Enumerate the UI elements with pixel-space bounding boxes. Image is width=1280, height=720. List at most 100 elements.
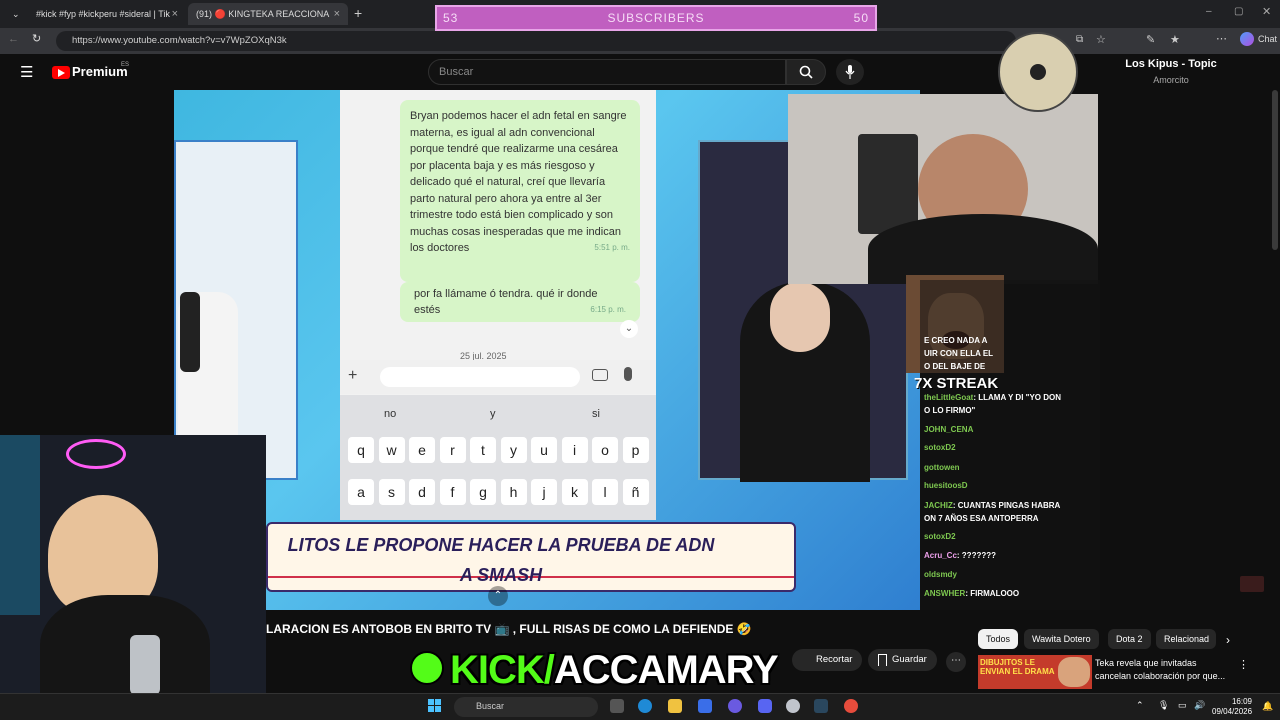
page-scrollbar[interactable] <box>1272 90 1278 250</box>
chat-text: ??????? <box>961 551 997 560</box>
edge-icon[interactable] <box>638 699 652 713</box>
notification-bell-icon[interactable]: 🔔 <box>1262 701 1273 712</box>
chat-text: FIRMALOOO <box>970 589 1020 598</box>
tab-label: #kick #fyp #kickperu #sideral | Tik <box>36 9 170 19</box>
suggestion: si <box>592 408 600 420</box>
tab-label: (91) 🔴 KINGTEKA REACCIONA <box>196 8 330 19</box>
chat-button[interactable]: Chat <box>1258 34 1277 44</box>
close-window-icon[interactable]: ✕ <box>1262 5 1271 18</box>
clip-button[interactable]: Recortar <box>792 649 863 671</box>
task-view-icon[interactable] <box>610 699 624 713</box>
hamburger-menu-icon[interactable]: ☰ <box>20 63 33 81</box>
kebab-menu-icon[interactable]: ⋮ <box>1238 658 1249 671</box>
voice-search-button[interactable] <box>836 59 864 85</box>
url-field[interactable]: https://www.youtube.com/watch?v=v7WpZOXq… <box>56 31 1016 51</box>
store-icon[interactable] <box>698 699 712 713</box>
chat-username: huesitoosD <box>924 481 968 490</box>
chip-wawita-dotero[interactable]: Wawita Dotero <box>1024 629 1099 649</box>
chat-text: E CREO NADA A <box>924 336 988 345</box>
more-actions-icon[interactable]: ⋯ <box>946 652 966 672</box>
kick-prefix: KICK/ <box>450 648 555 692</box>
teams-icon[interactable] <box>728 699 742 713</box>
taskbar-clock[interactable]: 16:09 09/04/2026 <box>1212 697 1252 717</box>
keyboard-key: o <box>592 437 618 463</box>
taskbar-search[interactable]: Buscar <box>454 697 598 717</box>
keyboard-key: s <box>378 479 405 505</box>
extension-icon[interactable]: ⧉ <box>1076 34 1083 45</box>
chat-message: E CREO NADA A <box>924 336 1100 346</box>
youtube-logo-icon[interactable] <box>52 66 70 79</box>
chip-all[interactable]: Todos <box>978 629 1019 649</box>
search-input[interactable]: Buscar <box>428 59 786 85</box>
keyboard-key: e <box>409 437 435 463</box>
reload-icon[interactable]: ↻ <box>32 32 41 45</box>
chat-text: UIR CON ELLA EL <box>924 349 994 358</box>
tab-list-button[interactable]: ⌄ <box>4 3 24 25</box>
tab-tiktok[interactable]: #kick #fyp #kickperu #sideral | Tik × <box>28 3 186 25</box>
video-title: LARACION ES ANTOBOB EN BRITO TV 📺 , FULL… <box>266 622 752 636</box>
file-explorer-icon[interactable] <box>668 699 682 713</box>
microphone-icon <box>624 367 632 381</box>
youtube-premium-logo[interactable]: Premium <box>72 64 128 79</box>
suggestion: no <box>384 408 397 420</box>
recommended-thumbnail[interactable]: DIBUJITOS LE ENVIAN EL DRAMA <box>978 655 1092 689</box>
obs-icon[interactable] <box>844 699 858 713</box>
chip-dota2[interactable]: Dota 2 <box>1108 629 1151 649</box>
chat-message: Acru_Cc: ??????? <box>924 551 997 560</box>
volume-icon[interactable]: 🔊 <box>1194 700 1205 711</box>
channel-logo-icon <box>998 32 1078 112</box>
chevron-up-icon[interactable]: ⌃ <box>1136 700 1144 711</box>
microphone-tray-icon[interactable]: 🎙 <box>1158 700 1169 711</box>
scroll-down-icon: ⌄ <box>620 320 638 338</box>
keyboard-key: q <box>348 437 374 463</box>
chevron-up-icon[interactable]: ⌃ <box>488 586 508 606</box>
chat-username: Acru_Cc <box>924 551 957 560</box>
goal-label: SUBSCRIBERS <box>607 11 705 25</box>
message-time: 6:15 p. m. <box>590 305 626 314</box>
streak-label: 7X STREAK <box>914 375 999 392</box>
chat-username: theLittleGoat <box>924 393 974 402</box>
close-icon[interactable]: × <box>172 8 178 20</box>
chat-message: gottowen <box>924 463 1100 473</box>
keyboard-key: r <box>439 437 466 463</box>
back-icon[interactable]: ← <box>8 33 19 45</box>
chat-message: ANSWHER: FIRMALOOO <box>924 589 1020 598</box>
close-icon[interactable]: × <box>334 8 340 20</box>
chat-text: LLAMA Y DI "YO DON <box>978 393 1061 402</box>
copilot-icon[interactable] <box>1240 32 1254 46</box>
recommended-title[interactable]: Teka revela que invitadas cancelan colab… <box>1095 657 1235 683</box>
windows-start-icon[interactable] <box>428 699 442 713</box>
new-tab-button[interactable]: + <box>354 5 362 21</box>
minimize-icon[interactable]: – <box>1206 6 1212 17</box>
network-icon[interactable]: ▭ <box>1178 700 1187 711</box>
favorites-icon[interactable]: ★ <box>1170 33 1180 46</box>
bookmark-star-icon[interactable]: ☆ <box>1096 33 1106 46</box>
search-button[interactable] <box>786 59 826 85</box>
youtube-sidebar <box>1100 90 1280 610</box>
sidebar-thumbnail-icon <box>1240 576 1264 592</box>
keyboard-key: j <box>531 479 557 505</box>
steam-icon[interactable] <box>814 699 828 713</box>
keyboard-key: w <box>378 437 405 463</box>
tab-youtube[interactable]: (91) 🔴 KINGTEKA REACCIONA × <box>188 3 348 25</box>
region-code: ES <box>121 62 130 68</box>
verified-badge-icon <box>410 651 444 686</box>
extensions-puzzle-icon[interactable]: ✎ <box>1146 33 1155 46</box>
keyboard-key: ñ <box>622 479 649 505</box>
keyboard-key: i <box>561 437 588 463</box>
chat-message: sotoxD2 <box>924 532 1100 542</box>
now-playing-subtitle: Amorcito <box>1153 75 1189 85</box>
chat-message: huesitoosD <box>924 481 1100 491</box>
maximize-icon[interactable]: ▢ <box>1234 6 1243 17</box>
chevron-right-icon[interactable]: › <box>1226 633 1230 647</box>
keyboard-key: h <box>500 479 527 505</box>
discord-icon[interactable] <box>758 699 772 713</box>
chat-message: O LO FIRMO" <box>924 406 1100 416</box>
message-text: Bryan podemos hacer el adn fetal en sang… <box>410 110 627 254</box>
chat-text: CUANTAS PINGAS HABRA <box>957 501 1061 510</box>
chip-related[interactable]: Relacionad <box>1156 629 1216 649</box>
kick-name: ACCAMARY <box>553 648 779 692</box>
settings-gear-icon[interactable] <box>786 699 800 713</box>
more-menu-icon[interactable]: ⋯ <box>1216 32 1227 45</box>
keyboard-key: g <box>470 479 496 505</box>
